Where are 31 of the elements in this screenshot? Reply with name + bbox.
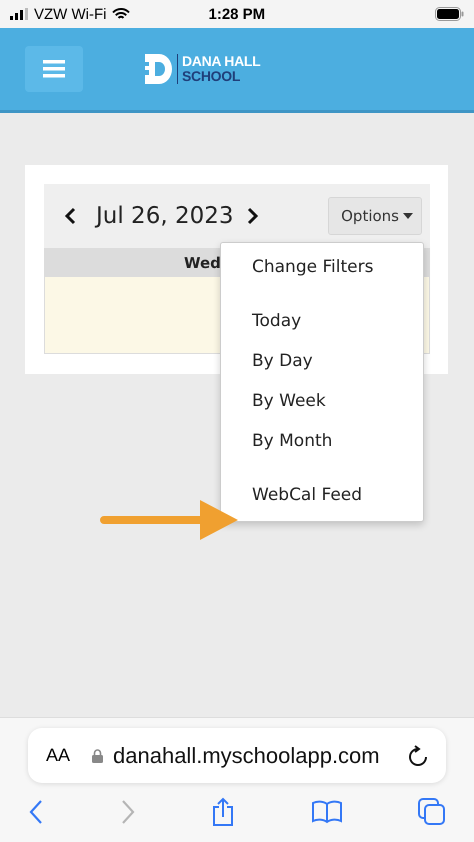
next-date-icon[interactable] [247,207,260,225]
school-logo-icon [145,54,173,84]
signal-icon [10,8,28,20]
wifi-icon [112,8,130,20]
url-text: danahall.myschoolapp.com [113,742,381,768]
tabs-icon[interactable] [418,798,446,826]
share-icon[interactable] [211,797,235,827]
status-time: 1:28 PM [208,6,266,22]
reload-icon[interactable] [408,744,428,766]
carrier-name: VZW Wi-Fi [34,6,106,22]
calendar-date: Jul 26, 2023 [96,203,234,229]
text-size-button[interactable]: AA [46,745,70,766]
caret-icon [403,213,413,219]
logo-text: DANA HALL [182,54,260,69]
menu-item[interactable]: Change Filters [221,247,423,287]
menu-item[interactable]: WebCal Feed [221,475,423,515]
book-icon[interactable] [310,800,342,824]
menu-icon [43,60,65,78]
battery-icon [435,7,464,21]
lock-icon [92,748,104,762]
menu-item[interactable]: Today [221,301,423,341]
back-icon[interactable] [28,799,44,825]
previous-date-icon[interactable] [64,207,76,225]
options-button[interactable]: Options [328,197,422,235]
menu-item[interactable]: By Month [221,421,423,461]
menu-button[interactable] [25,46,83,92]
address-bar[interactable]: AA danahall.myschoolapp.com [28,728,446,783]
logo-text: SCHOOL [182,69,242,84]
menu-item[interactable]: By Week [221,381,423,421]
menu-item[interactable]: By Day [221,341,423,381]
column-heading: Wed [184,254,221,272]
